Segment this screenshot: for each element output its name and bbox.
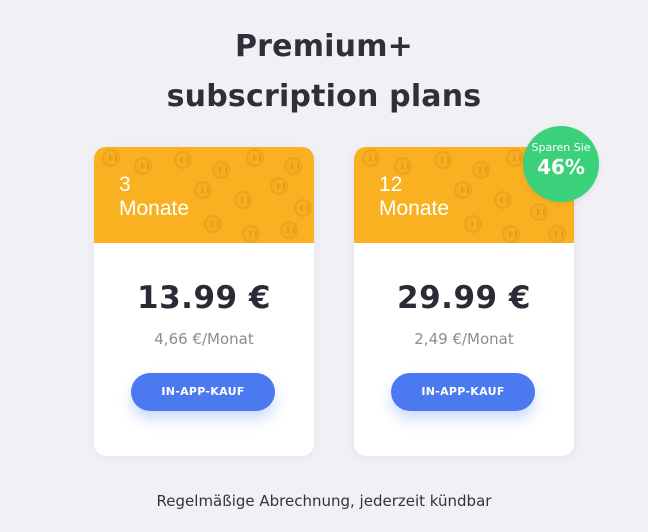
plan-duration: 12 Monate (379, 173, 449, 221)
coin-icon (434, 151, 452, 169)
coin-icon (270, 177, 288, 195)
coin-icon (280, 221, 298, 239)
plan-price: 13.99 € (137, 280, 271, 316)
plan-duration-number: 3 (119, 173, 131, 196)
savings-badge-percent: 46% (537, 155, 585, 179)
in-app-purchase-button[interactable]: IN-APP-KAUF (131, 373, 275, 411)
coin-icon (246, 149, 264, 167)
plan-duration-unit: Monate (119, 197, 190, 220)
savings-badge: Sparen Sie 46% (523, 126, 599, 202)
coin-icon (548, 225, 566, 243)
coin-icon (194, 181, 212, 199)
plan-duration-unit: Monate (379, 197, 450, 220)
coin-icon (362, 149, 380, 167)
coin-icon (294, 199, 312, 217)
coin-icon (530, 203, 548, 221)
coin-icon (502, 225, 520, 243)
coin-icon (464, 215, 482, 233)
page-title-line-1: Premium+ (234, 29, 414, 64)
in-app-purchase-button[interactable]: IN-APP-KAUF (391, 373, 535, 411)
savings-badge-label: Sparen Sie (531, 141, 591, 154)
coin-icon (506, 149, 524, 167)
coin-icon (212, 161, 230, 179)
coin-icon (174, 151, 192, 169)
coin-icon (454, 181, 472, 199)
coin-icon (234, 191, 252, 209)
plan-duration-number: 12 (379, 173, 403, 196)
plan-price: 29.99 € (397, 280, 531, 316)
page-title: Premium+ subscription plans (0, 22, 648, 122)
plan-card-header: 3 Monate (94, 147, 314, 243)
coin-icon (102, 149, 120, 167)
plan-price-per-month: 2,49 €/Monat (414, 330, 514, 348)
coin-icon (242, 225, 260, 243)
coin-icon (494, 191, 512, 209)
coin-icon (284, 157, 302, 175)
coin-icon (472, 161, 490, 179)
coin-icon (204, 215, 222, 233)
plan-price-per-month: 4,66 €/Monat (154, 330, 254, 348)
plan-duration: 3 Monate (119, 173, 189, 221)
billing-note: Regelmäßige Abrechnung, jederzeit kündba… (156, 492, 492, 510)
plan-card-3-months: 3 Monate 13.99 € 4,66 €/Monat IN-APP-KAU… (94, 147, 314, 456)
page-title-line-2: subscription plans (166, 79, 482, 114)
